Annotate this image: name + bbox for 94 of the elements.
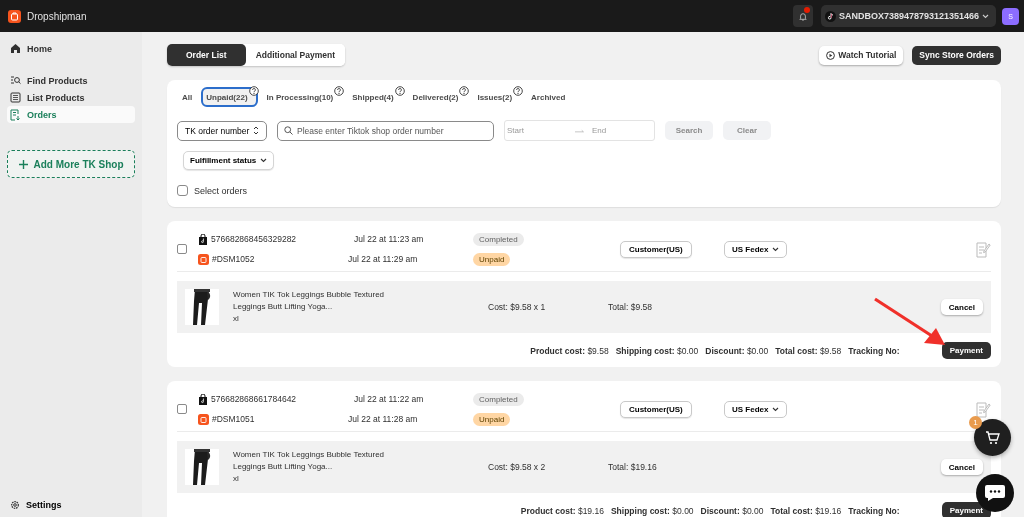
checkbox[interactable] xyxy=(177,244,187,254)
settings-icon xyxy=(10,500,20,510)
search-icon xyxy=(284,126,293,135)
settings-link[interactable]: Settings xyxy=(7,499,135,511)
status-tab[interactable]: Delivered(2) xyxy=(407,87,469,107)
chevron-down-icon xyxy=(772,406,780,412)
cost-summary: Shipping cost: $0.00 xyxy=(615,345,699,356)
bell-icon xyxy=(798,10,807,22)
help-icon[interactable] xyxy=(459,86,470,96)
order-number: 576682868661784642 xyxy=(211,394,297,404)
shipping-dropdown[interactable]: US Fedex xyxy=(724,240,788,258)
cancel-button[interactable]: Cancel xyxy=(940,299,983,315)
unit-cost: Cost: $9.58 x 2 xyxy=(488,462,547,472)
status-badge: Unpaid xyxy=(473,412,511,426)
status-tab[interactable]: In Processing(10) xyxy=(261,87,344,107)
line-total: Total: $19.16 xyxy=(608,462,657,472)
search-type-select[interactable]: TK order number xyxy=(177,120,267,141)
sidebar-item[interactable]: Find Products xyxy=(7,72,135,89)
order-date: Jul 22 at 11:23 am xyxy=(353,234,425,244)
sync-orders-button[interactable]: Sync Store Orders xyxy=(912,45,1001,65)
cost-summary: Product cost: $9.58 xyxy=(530,345,609,356)
shop-logo-icon xyxy=(198,253,209,265)
status-badge: Unpaid xyxy=(473,252,511,266)
order-date: Jul 22 at 11:28 am xyxy=(347,414,419,424)
status-tab[interactable]: All xyxy=(177,87,198,107)
customer-button[interactable]: Customer(US) xyxy=(620,400,692,418)
shipping-dropdown[interactable]: US Fedex xyxy=(724,400,788,418)
status-tab[interactable]: Unpaid(22) xyxy=(201,87,258,107)
end-date-field[interactable]: End xyxy=(592,126,652,135)
line-total: Total: $9.58 xyxy=(608,302,652,312)
unit-cost: Cost: $9.58 x 1 xyxy=(488,302,547,312)
notification-bell-button[interactable] xyxy=(792,5,813,27)
sidebar-item[interactable]: Orders xyxy=(7,106,135,123)
search-list-icon xyxy=(10,75,21,86)
cost-summary: Product cost: $19.16 xyxy=(520,505,604,516)
select-orders-label: Select orders xyxy=(194,185,248,196)
app-name: Dropshipman xyxy=(27,10,87,22)
add-shop-button[interactable]: Add More TK Shop xyxy=(7,150,135,178)
watch-tutorial-button[interactable]: Watch Tutorial xyxy=(819,45,904,65)
cost-summary: Shipping cost: $0.00 xyxy=(610,505,694,516)
plus-icon xyxy=(18,159,28,169)
payment-button[interactable]: Payment xyxy=(941,342,991,359)
help-icon[interactable] xyxy=(513,86,524,96)
cost-summary: Total cost: $9.58 xyxy=(775,345,842,356)
help-icon[interactable] xyxy=(334,86,345,96)
list-icon xyxy=(10,92,21,103)
payment-button[interactable]: Payment xyxy=(941,502,991,517)
shopping-bag-icon xyxy=(198,393,208,405)
help-icon[interactable] xyxy=(248,86,259,96)
status-badge: Completed xyxy=(473,392,524,406)
cost-summary: Tracking No: xyxy=(848,345,900,356)
account-selector[interactable]: SANDBOX7389478793121351466 xyxy=(820,5,996,27)
order-number: #DSM1051 xyxy=(212,414,255,424)
shop-logo-icon xyxy=(198,413,209,425)
product-title: Women TIK Tok Leggings Bubble Textured Leggings Butt Lifting Yoga... xyxy=(233,449,386,473)
view-tab[interactable]: Additional Payment xyxy=(245,44,345,66)
sort-arrows-icon xyxy=(253,126,259,135)
view-tab[interactable]: Order List xyxy=(167,44,246,66)
chevron-down-icon xyxy=(772,246,780,252)
order-number: #DSM1052 xyxy=(212,254,255,264)
product-variant: xl xyxy=(233,313,240,325)
start-date-field[interactable]: Start xyxy=(507,126,567,135)
checkbox[interactable] xyxy=(177,404,187,414)
cost-summary: Discount: $0.00 xyxy=(705,345,769,356)
sidebar-item[interactable]: Home xyxy=(7,40,135,57)
chat-bubble-icon xyxy=(984,484,1006,502)
product-title: Women TIK Tok Leggings Bubble Textured Leggings Butt Lifting Yoga... xyxy=(233,289,386,313)
status-badge: Completed xyxy=(473,232,524,246)
shopping-bag-icon xyxy=(198,233,208,245)
orders-icon xyxy=(10,108,21,121)
help-icon[interactable] xyxy=(394,86,405,96)
search-field[interactable]: Please enter Tiktok shop order number xyxy=(277,120,494,141)
fulfillment-status-dropdown[interactable]: Fulfillment status xyxy=(183,151,275,170)
order-number: 576682868456329282 xyxy=(211,234,297,244)
status-tab[interactable]: Issues(2) xyxy=(472,87,523,107)
chevron-down-icon xyxy=(260,158,268,163)
logo-icon xyxy=(8,9,21,23)
product-variant: xl xyxy=(233,473,240,485)
status-tab[interactable]: Shipped(4) xyxy=(347,87,404,107)
checkbox[interactable] xyxy=(177,185,188,196)
cancel-button[interactable]: Cancel xyxy=(940,459,983,475)
order-date: Jul 22 at 11:29 am xyxy=(347,254,419,264)
cost-summary: Discount: $0.00 xyxy=(700,505,764,516)
play-icon xyxy=(826,50,836,60)
cost-summary: Tracking No: xyxy=(848,505,900,516)
home-icon xyxy=(10,43,21,54)
sidebar-item[interactable]: List Products xyxy=(7,89,135,106)
status-tab[interactable]: Archived xyxy=(526,87,571,107)
order-date: Jul 22 at 11:22 am xyxy=(353,394,425,404)
customer-button[interactable]: Customer(US) xyxy=(620,240,692,258)
cart-icon xyxy=(985,430,1000,445)
music-note-icon xyxy=(824,10,836,22)
chevron-down-icon xyxy=(982,13,989,19)
cost-summary: Total cost: $19.16 xyxy=(770,505,842,516)
